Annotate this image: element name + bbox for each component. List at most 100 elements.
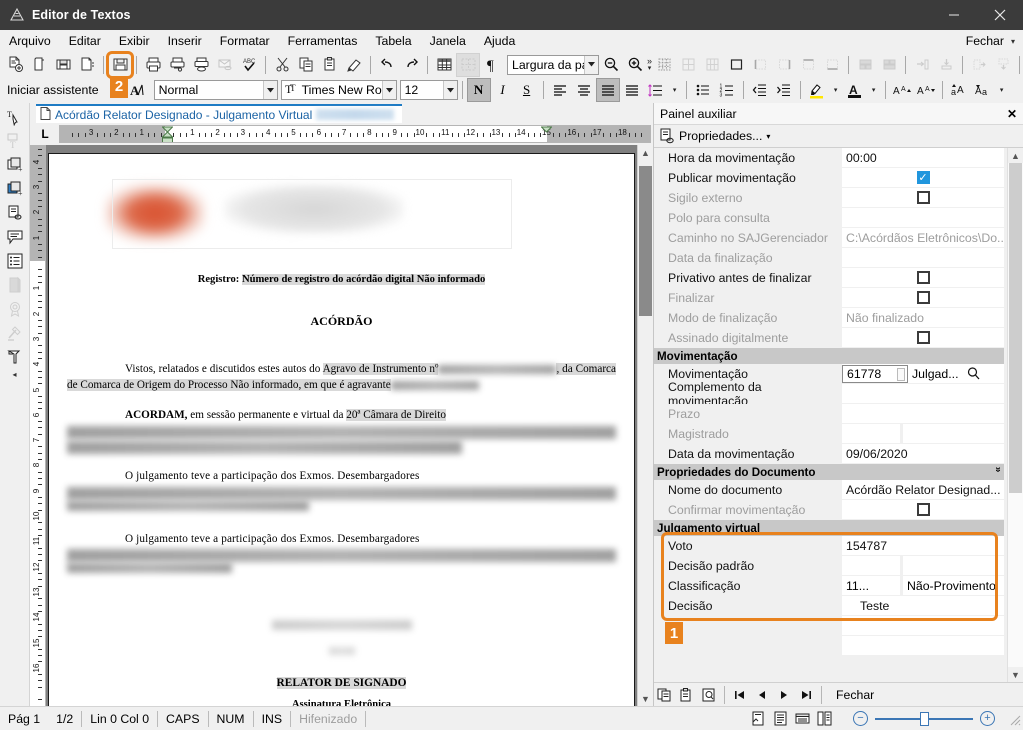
print-setup-icon[interactable] bbox=[190, 54, 212, 76]
format-painter-icon[interactable] bbox=[343, 54, 365, 76]
property-value[interactable]: C:\Acórdãos Eletrônicos\Do... bbox=[842, 228, 1004, 247]
panel-scroll-thumb[interactable] bbox=[1009, 163, 1022, 493]
property-group-header[interactable]: Julgamento virtual bbox=[654, 520, 1004, 536]
bullet-list-icon[interactable] bbox=[692, 79, 714, 101]
insert-field-blue-icon[interactable]: + bbox=[3, 177, 27, 200]
property-value[interactable] bbox=[842, 384, 1004, 403]
scroll-up-icon[interactable]: ▲ bbox=[638, 145, 653, 160]
property-value[interactable] bbox=[842, 636, 1004, 655]
minimize-button[interactable] bbox=[931, 0, 977, 30]
decrease-indent-icon[interactable] bbox=[749, 79, 771, 101]
font-color-icon[interactable]: A bbox=[844, 79, 866, 101]
property-row[interactable]: Magistrado bbox=[654, 424, 1007, 444]
table-delete-col-icon[interactable] bbox=[968, 54, 990, 76]
panel-scroll-up-icon[interactable]: ▲ bbox=[1008, 148, 1023, 163]
property-checkbox-cell[interactable] bbox=[842, 288, 1004, 307]
property-row[interactable]: Publicar movimentação ✓ bbox=[654, 168, 1007, 188]
line-spacing-icon[interactable] bbox=[645, 79, 667, 101]
copy-record-icon[interactable] bbox=[654, 685, 676, 705]
property-checkbox-cell[interactable] bbox=[842, 188, 1004, 207]
property-value[interactable]: Não finalizado bbox=[842, 308, 1004, 327]
property-value[interactable]: 09/06/2020 bbox=[842, 444, 1004, 463]
menu-overflow-caret-icon[interactable]: ▾ bbox=[1010, 37, 1019, 46]
menu-formatar[interactable]: Formatar bbox=[211, 32, 279, 50]
vertical-ruler[interactable]: 4 3 2 1 1 2 3 4 5 6 7 8 9 10 11 12 13 14 15 16 bbox=[30, 145, 46, 706]
property-row[interactable]: Privativo antes de finalizar bbox=[654, 268, 1007, 288]
scroll-down-icon[interactable]: ▼ bbox=[638, 691, 653, 706]
menu-editar[interactable]: Editar bbox=[60, 32, 110, 50]
menu-ferramentas[interactable]: Ferramentas bbox=[279, 32, 367, 50]
toolbar-zoom-overflow-icon[interactable]: » ▾ bbox=[647, 54, 652, 76]
increase-indent-icon[interactable] bbox=[773, 79, 795, 101]
view-outline-icon[interactable] bbox=[814, 709, 834, 729]
menu-tabela[interactable]: Tabela bbox=[366, 32, 420, 50]
menu-exibir[interactable]: Exibir bbox=[110, 32, 159, 50]
panel-vertical-scrollbar[interactable]: ▲ ▼ bbox=[1007, 148, 1023, 682]
font-size-combo[interactable]: 12 bbox=[399, 80, 458, 100]
text-style-icon[interactable]: A bbox=[127, 79, 149, 101]
checkbox-unchecked-icon[interactable] bbox=[916, 191, 930, 204]
text-frame-icon[interactable]: T bbox=[3, 129, 27, 152]
view-web-icon[interactable] bbox=[792, 709, 812, 729]
numbered-list-icon[interactable]: 123 bbox=[716, 79, 738, 101]
status-hyphenation[interactable]: Hifenizado bbox=[291, 710, 365, 728]
paste-icon[interactable] bbox=[319, 54, 341, 76]
property-row[interactable]: Caminho no SAJGerenciador C:\Acórdãos Ele… bbox=[654, 228, 1007, 248]
print-preview-icon[interactable] bbox=[166, 54, 188, 76]
blank-page-icon[interactable] bbox=[28, 54, 50, 76]
ruler-indent-marker[interactable] bbox=[540, 126, 553, 142]
resize-grip[interactable] bbox=[1007, 712, 1021, 726]
menu-arquivo[interactable]: Arquivo bbox=[0, 32, 60, 50]
nav-last-button[interactable] bbox=[795, 685, 817, 705]
document-page[interactable]: Registro: Número de registro do acórdão … bbox=[48, 153, 635, 706]
table-grid-icon[interactable] bbox=[653, 54, 675, 76]
property-description-value[interactable] bbox=[903, 424, 1004, 443]
list-view-icon[interactable] bbox=[3, 249, 27, 272]
property-row[interactable]: Decisão Teste bbox=[654, 596, 1007, 616]
panel-scroll-track[interactable] bbox=[1008, 163, 1023, 667]
undo-icon[interactable] bbox=[376, 54, 398, 76]
zoom-slider-track[interactable] bbox=[875, 711, 973, 726]
property-checkbox-cell[interactable] bbox=[842, 328, 1004, 347]
checkbox-unchecked-icon[interactable] bbox=[916, 331, 930, 344]
checkbox-unchecked-icon[interactable] bbox=[916, 271, 930, 284]
paragraph-style-combo[interactable]: Normal bbox=[153, 80, 278, 100]
panel-scroll-down-icon[interactable]: ▼ bbox=[1008, 667, 1023, 682]
align-distribute-icon[interactable] bbox=[621, 79, 643, 101]
property-row[interactable]: Voto 154787 bbox=[654, 536, 1007, 556]
table-properties-icon[interactable] bbox=[456, 52, 480, 77]
save-icon[interactable] bbox=[109, 54, 131, 76]
wizard-label[interactable]: Iniciar assistente bbox=[3, 83, 105, 97]
property-code-value[interactable] bbox=[842, 424, 900, 443]
redo-icon[interactable] bbox=[400, 54, 422, 76]
property-group-chevron-icon[interactable]: » bbox=[993, 466, 1004, 478]
font-color-chevron-down-icon[interactable]: ▾ bbox=[867, 81, 881, 99]
case-chevron-down-icon[interactable]: ▾ bbox=[995, 81, 1009, 99]
property-row[interactable]: Hora da movimentação 00:00 bbox=[654, 148, 1007, 168]
table-insert-col-icon[interactable] bbox=[911, 54, 933, 76]
checkbox-unchecked-icon[interactable] bbox=[916, 503, 930, 516]
document-canvas[interactable]: Registro: Número de registro do acórdão … bbox=[46, 145, 637, 706]
italic-button[interactable]: I bbox=[492, 79, 514, 101]
insert-table-icon[interactable] bbox=[433, 54, 455, 76]
property-value[interactable] bbox=[842, 248, 1004, 267]
panel-close-icon[interactable]: ✕ bbox=[1001, 104, 1023, 124]
gavel-icon[interactable] bbox=[3, 321, 27, 344]
nav-first-button[interactable] bbox=[729, 685, 751, 705]
property-row[interactable]: Modo de finalização Não finalizado bbox=[654, 308, 1007, 328]
menu-janela[interactable]: Janela bbox=[421, 32, 475, 50]
scroll-thumb[interactable] bbox=[639, 166, 652, 316]
property-row[interactable]: Decisão padrão bbox=[654, 556, 1007, 576]
property-split-value[interactable] bbox=[842, 424, 1004, 443]
rail-collapse-icon[interactable]: ◂ bbox=[12, 370, 16, 379]
checkbox-unchecked-icon[interactable] bbox=[916, 291, 930, 304]
view-reading-icon[interactable] bbox=[770, 709, 790, 729]
print-icon[interactable] bbox=[142, 54, 164, 76]
panel-close-button[interactable]: Fechar bbox=[826, 688, 874, 702]
property-row[interactable]: Data da finalização bbox=[654, 248, 1007, 268]
send-mail-icon[interactable] bbox=[214, 54, 236, 76]
property-row[interactable]: Prazo bbox=[654, 404, 1007, 424]
align-center-icon[interactable] bbox=[573, 79, 595, 101]
menu-close-document[interactable]: Fechar bbox=[960, 32, 1010, 50]
property-row[interactable]: Finalizar bbox=[654, 288, 1007, 308]
